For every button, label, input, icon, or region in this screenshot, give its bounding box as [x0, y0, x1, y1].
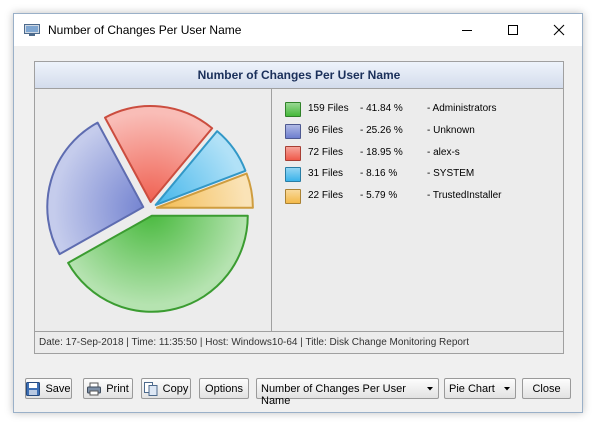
legend-swatch: [285, 102, 301, 117]
pie-chart: [46, 105, 254, 313]
minimize-button[interactable]: [444, 14, 490, 46]
close-label: Close: [532, 382, 561, 395]
chevron-down-icon: [504, 387, 510, 391]
legend-percent: - 41.84 %: [360, 103, 403, 114]
legend-percent: - 25.26 %: [360, 124, 403, 136]
report-type-value: Number of Changes Per User Name: [261, 383, 406, 407]
close-icon: [553, 24, 565, 36]
legend-files: 22 Files: [308, 190, 344, 201]
close-button[interactable]: Close: [522, 378, 571, 399]
legend-user: - Unknown: [427, 124, 475, 136]
print-label: Print: [106, 382, 129, 395]
copy-label: Copy: [162, 382, 189, 395]
window-title: Number of Changes Per User Name: [48, 23, 242, 37]
legend-percent: - 18.95 %: [360, 146, 403, 158]
pie-plot-area: [35, 89, 272, 331]
maximize-icon: [508, 25, 518, 35]
title-bar[interactable]: Number of Changes Per User Name: [14, 14, 582, 46]
legend-swatch: [285, 123, 301, 139]
report-window: Number of Changes Per User Name Number o…: [13, 13, 583, 413]
print-button[interactable]: Print: [83, 378, 133, 399]
floppy-disk-icon: [26, 381, 41, 396]
legend-item-system: 31 Files - 8.16 % - SYSTEM: [282, 167, 552, 183]
copy-button[interactable]: Copy: [141, 378, 191, 399]
legend-swatch: [285, 145, 301, 161]
save-button[interactable]: Save: [25, 378, 72, 399]
legend-files: 159 Files: [308, 103, 349, 114]
chevron-down-icon: [427, 387, 433, 391]
legend-user: - TrustedInstaller: [427, 190, 502, 201]
disk-monitor-icon: [24, 24, 40, 36]
legend-swatch: [285, 167, 301, 183]
save-label: Save: [45, 382, 71, 395]
legend-files: 72 Files: [308, 146, 344, 158]
chart-type-value: Pie Chart: [449, 383, 495, 395]
legend-percent: - 8.16 %: [360, 168, 398, 180]
copy-icon: [143, 381, 158, 396]
printer-icon: [87, 382, 102, 395]
options-label: Options: [205, 382, 243, 395]
chart-title: Number of Changes Per User Name: [35, 62, 563, 89]
legend-item-administrators: 159 Files - 41.84 % - Administrators: [282, 102, 552, 117]
legend-item-trustedinstaller: 22 Files - 5.79 % - TrustedInstaller: [282, 189, 552, 204]
legend-swatch: [285, 189, 301, 204]
report-type-select[interactable]: Number of Changes Per User Name: [256, 378, 439, 407]
chart-footer-info: Date: 17-Sep-2018 | Time: 11:35:50 | Hos…: [35, 331, 563, 353]
chart-panel: Number of Changes Per User Name 159 File…: [34, 61, 564, 354]
chart-type-select[interactable]: Pie Chart: [444, 378, 516, 399]
legend-item-alex-s: 72 Files - 18.95 % - alex-s: [282, 145, 552, 161]
minimize-icon: [462, 30, 472, 31]
legend-item-unknown: 96 Files - 25.26 % - Unknown: [282, 123, 552, 139]
legend-user: - alex-s: [427, 146, 460, 158]
close-window-button[interactable]: [536, 14, 582, 46]
legend-user: - SYSTEM: [427, 168, 475, 180]
legend-files: 31 Files: [308, 168, 344, 180]
legend-percent: - 5.79 %: [360, 190, 398, 201]
options-button[interactable]: Options: [199, 378, 249, 399]
maximize-button[interactable]: [490, 14, 536, 46]
legend-files: 96 Files: [308, 124, 344, 136]
legend-user: - Administrators: [427, 103, 497, 114]
